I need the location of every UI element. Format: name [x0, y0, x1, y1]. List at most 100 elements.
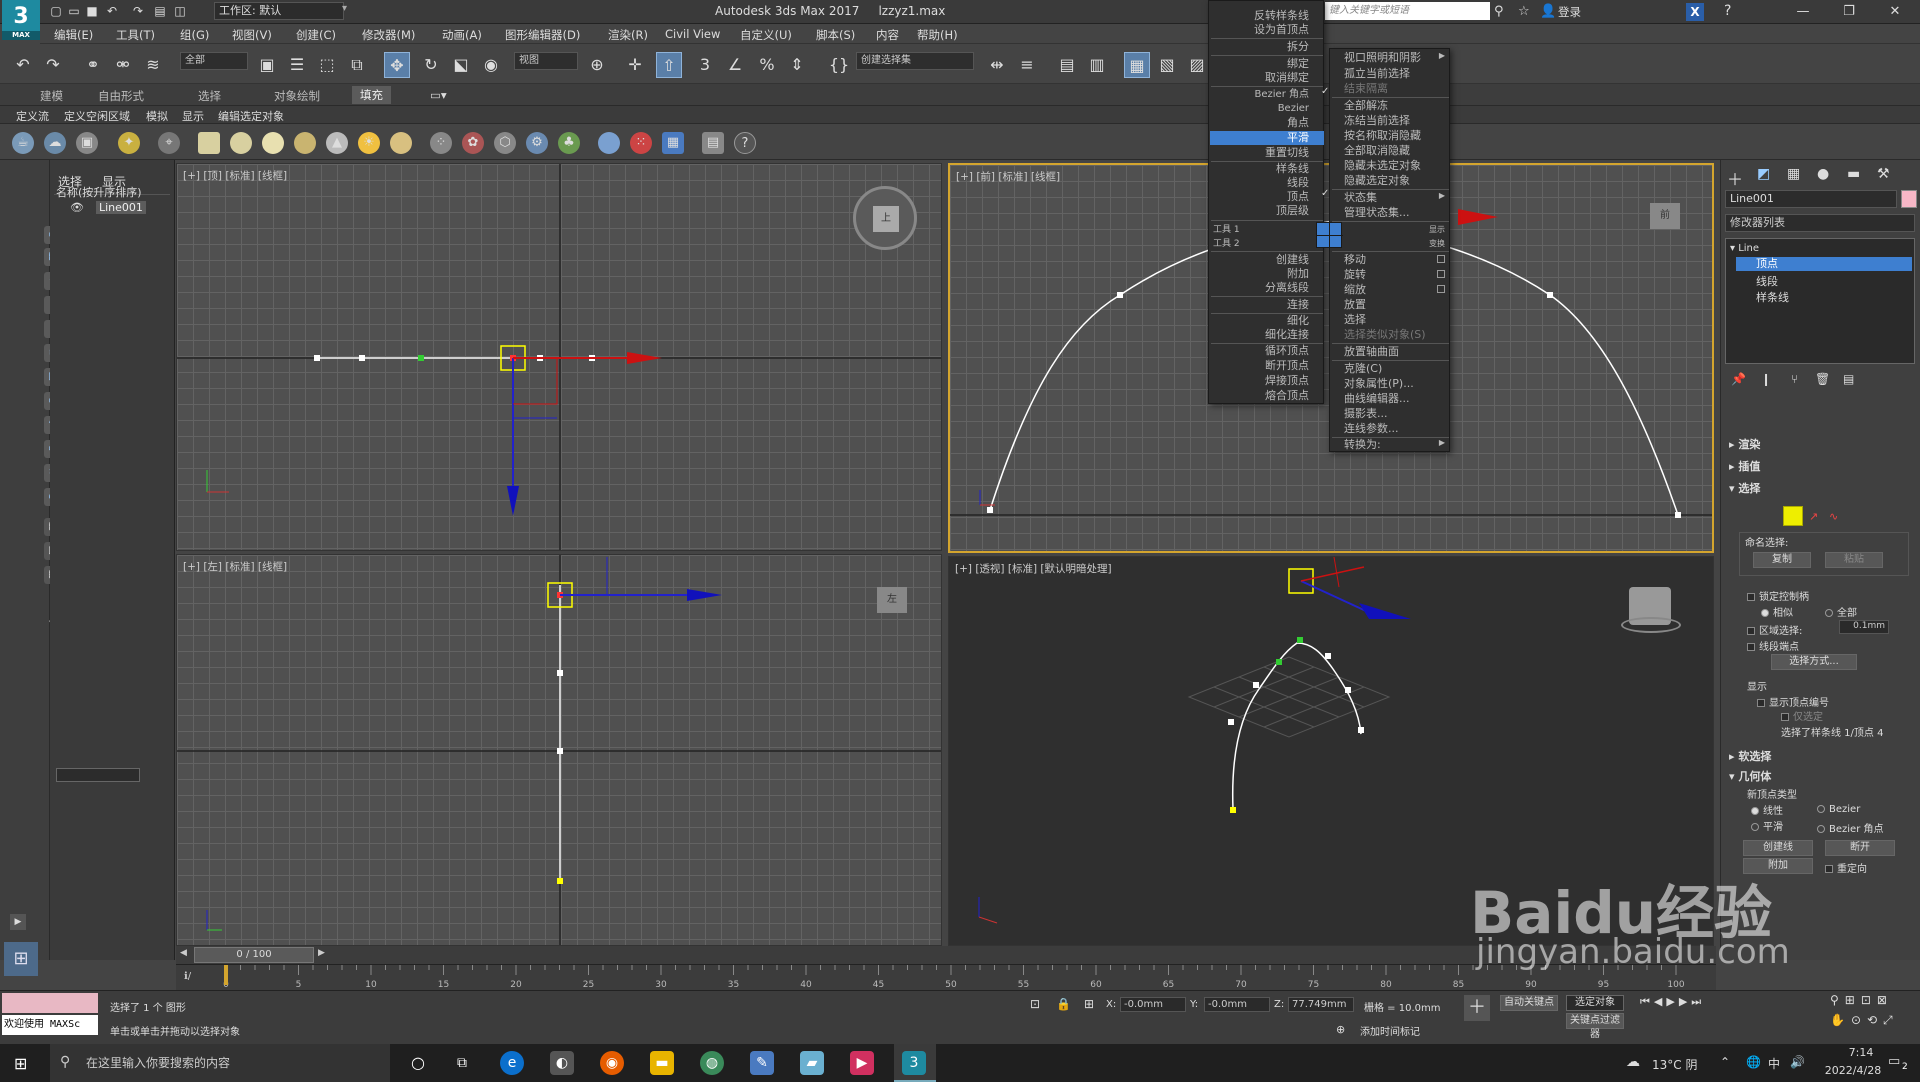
open-file-icon[interactable]: ▭	[66, 3, 82, 19]
render-frame-icon[interactable]: ▤	[702, 132, 724, 154]
box-icon[interactable]	[198, 132, 220, 154]
weather-text[interactable]: 13°C 阴	[1652, 1056, 1697, 1073]
bezier-corner-radio[interactable]: Bezier 角点	[1817, 820, 1883, 835]
stack-item-line[interactable]: ▾ Line	[1730, 243, 1759, 254]
time-tag-icon[interactable]: ⊕	[1336, 1023, 1345, 1036]
place-icon[interactable]: ◉	[478, 52, 504, 78]
menu-refine-connect[interactable]: 细化连接	[1265, 328, 1309, 342]
material-sphere-icon[interactable]	[598, 132, 620, 154]
next-frame-icon[interactable]: ▶	[318, 948, 330, 962]
column-header[interactable]: 名称(按升序排序)	[56, 184, 142, 200]
layer-explorer-icon[interactable]: ▤	[1054, 52, 1080, 78]
menu-bezier-corner[interactable]: Bezier 角点	[1255, 88, 1309, 102]
zoom-icon[interactable]: ⚲⊞⊡⊠	[1830, 993, 1893, 1007]
stack-item-segment[interactable]: 线段	[1756, 273, 1778, 289]
segment-mode-icon[interactable]: ↗	[1809, 510, 1818, 523]
utilities-tab-icon[interactable]: ⚒	[1877, 166, 1890, 182]
absolute-mode-icon[interactable]: ⊞	[1084, 997, 1094, 1011]
pan-icon[interactable]: ✋⊙⟲⤢	[1830, 1013, 1899, 1028]
workspace-dropdown[interactable]: 工作区: 默认	[214, 2, 344, 20]
folder-icon[interactable]: ▬	[650, 1051, 674, 1075]
object-color-swatch[interactable]	[1901, 190, 1917, 208]
menu-fuse-vertices[interactable]: 熔合顶点	[1265, 389, 1309, 403]
undo-icon[interactable]: ↶	[10, 52, 36, 78]
lock-handles-checkbox[interactable]: 锁定控制柄	[1747, 588, 1809, 603]
help-icon[interactable]: ?	[1724, 3, 1731, 19]
simulate-button[interactable]: 模拟	[146, 108, 168, 124]
menu-wire-parameters[interactable]: 连线参数...	[1344, 422, 1399, 436]
rollout-selection[interactable]: ▾ 选择	[1729, 480, 1760, 496]
menu-scripting[interactable]: 脚本(S)	[816, 27, 855, 43]
menu-convert-to[interactable]: 转换为:	[1344, 438, 1381, 452]
cortana-icon[interactable]: ○	[406, 1051, 430, 1075]
firefox-icon[interactable]: ◉	[600, 1051, 624, 1075]
bind-space-warp-icon[interactable]: ≋	[140, 52, 166, 78]
angle-snap-icon[interactable]: ∠	[722, 52, 748, 78]
viewport-perspective[interactable]: [+] [透视] [标准] [默认明暗处理]	[948, 556, 1714, 946]
exchange-icon[interactable]: X	[1686, 3, 1704, 21]
redo-icon[interactable]: ↷	[40, 52, 66, 78]
menu-bind[interactable]: 绑定	[1287, 57, 1309, 71]
segment-end-checkbox[interactable]: 线段端点	[1747, 638, 1799, 653]
chrome-icon[interactable]: ◍	[700, 1051, 724, 1075]
select-by-name-icon[interactable]: ☰	[284, 52, 310, 78]
edit-named-selection-icon[interactable]: {}	[826, 52, 852, 78]
isolate-toggle-icon[interactable]: ⊡	[1030, 997, 1040, 1011]
menu-reset-tangents[interactable]: 重置切线	[1265, 146, 1309, 160]
expand-panel-icon[interactable]: ▶	[10, 914, 26, 930]
move-icon[interactable]: ✥	[384, 52, 410, 78]
rollout-soft-selection[interactable]: ▸ 软选择	[1729, 748, 1771, 764]
settings-box-icon[interactable]	[1437, 285, 1445, 293]
project-folder-icon[interactable]: ▤	[152, 3, 168, 19]
menu-end-isolate[interactable]: 结束隔离	[1344, 82, 1388, 96]
tab-selection[interactable]: 选择	[198, 88, 221, 104]
menu-weld-vertices[interactable]: 焊接顶点	[1265, 374, 1309, 388]
menu-civil-view[interactable]: Civil View	[665, 27, 720, 41]
menu-unfreeze-all[interactable]: 全部解冻	[1344, 99, 1388, 113]
select-object-icon[interactable]: ▣	[254, 52, 280, 78]
menu-group[interactable]: 组(G)	[180, 27, 209, 43]
window-crossing-icon[interactable]: ⧉	[344, 52, 370, 78]
schematic-view-icon[interactable]: ▧	[1154, 52, 1180, 78]
menu-help[interactable]: 帮助(H)	[917, 27, 958, 43]
menu-reverse-spline[interactable]: 反转样条线	[1254, 9, 1309, 23]
menu-place[interactable]: 放置	[1344, 298, 1366, 312]
paste-button[interactable]: 粘贴	[1825, 552, 1883, 568]
menu-views[interactable]: 视图(V)	[232, 27, 272, 43]
auto-key-button[interactable]: 自动关键点	[1500, 995, 1558, 1011]
menu-unhide-by-name[interactable]: 按名称取消隐藏	[1344, 129, 1421, 143]
viewport-label[interactable]: [+] [前] [标准] [线框]	[956, 169, 1060, 184]
scene-item-line001[interactable]: Line001	[96, 201, 146, 214]
viewport-top[interactable]: [+] [顶] [标准] [线框] 上	[176, 163, 942, 551]
define-flows-button[interactable]: 定义流	[16, 108, 49, 124]
menu-unbind[interactable]: 取消绑定	[1265, 71, 1309, 85]
hierarchy-tab-icon[interactable]: ▦	[1787, 166, 1800, 182]
login-link[interactable]: 登录	[1558, 4, 1581, 20]
add-time-tag-button[interactable]: 添加时间标记	[1360, 1023, 1420, 1038]
viewport-label[interactable]: [+] [顶] [标准] [线框]	[183, 168, 287, 183]
tray-up-icon[interactable]: ⌃	[1720, 1055, 1730, 1069]
y-coord-field[interactable]: -0.0mm	[1204, 997, 1270, 1012]
tab-modeling[interactable]: 建模	[40, 88, 63, 104]
all-radio[interactable]: 全部	[1825, 604, 1857, 619]
menu-spline-level[interactable]: 样条线	[1276, 162, 1309, 176]
unlink-icon[interactable]: ⚮	[110, 52, 136, 78]
x-coord-field[interactable]: -0.0mm	[1120, 997, 1186, 1012]
menu-graph-editors[interactable]: 图形编辑器(D)	[505, 27, 580, 43]
break-button[interactable]: 断开	[1825, 840, 1895, 856]
maxscript-input[interactable]: 欢迎使用 MAXSc	[2, 1015, 98, 1035]
menu-hide-unselected[interactable]: 隐藏未选定对象	[1344, 159, 1421, 173]
attach-button[interactable]: 附加	[1743, 858, 1813, 874]
viewcube-ring[interactable]	[1621, 617, 1681, 633]
menu-scale[interactable]: 缩放	[1344, 283, 1366, 297]
modifier-list-dropdown[interactable]: 修改器列表	[1725, 214, 1915, 232]
menu-freeze-selection[interactable]: 冻结当前选择	[1344, 114, 1410, 128]
minimize-button[interactable]: —	[1780, 0, 1826, 24]
menu-create[interactable]: 创建(C)	[296, 27, 336, 43]
menu-edit[interactable]: 编辑(E)	[54, 27, 93, 43]
explorer-scrollbar[interactable]	[56, 768, 140, 782]
search-input[interactable]: 键入关键字或短语	[1325, 2, 1490, 20]
visibility-eye-icon[interactable]: 👁	[70, 201, 84, 214]
menu-divide[interactable]: 拆分	[1287, 40, 1309, 54]
menu-manage-state-sets[interactable]: 管理状态集...	[1344, 206, 1410, 220]
